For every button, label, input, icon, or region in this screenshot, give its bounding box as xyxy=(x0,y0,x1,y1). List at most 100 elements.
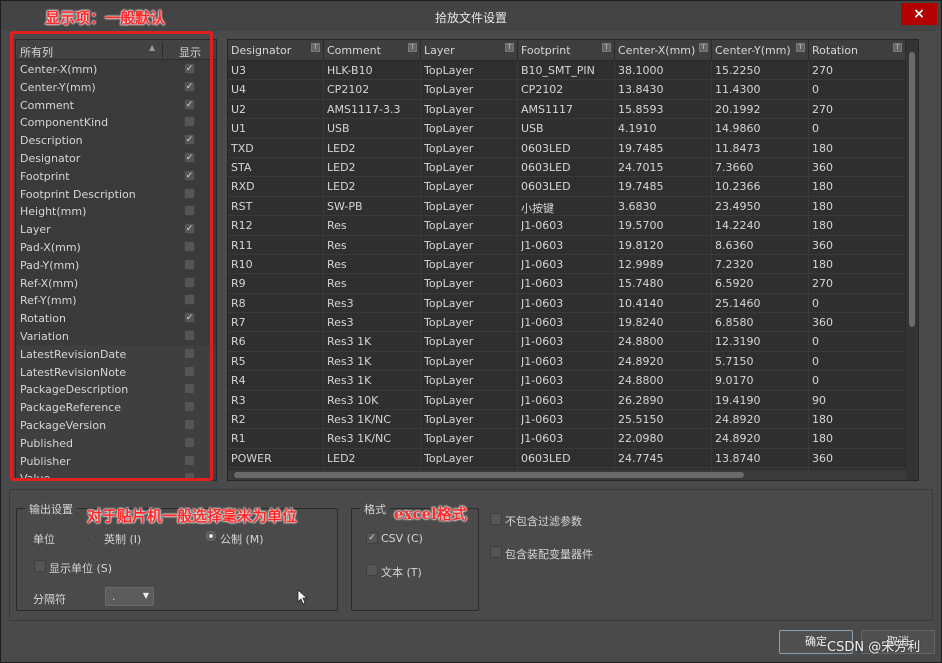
table-row[interactable]: TXDLED2TopLayer0603LED19.748511.8473180T… xyxy=(228,138,918,158)
filter-icon[interactable]: T xyxy=(408,43,417,52)
imperial-radio[interactable] xyxy=(92,533,99,540)
filter-icon[interactable]: T xyxy=(893,43,902,52)
table-row[interactable]: U2 AMS1117-3.3 TopLayer AMS1117 15.8593 20.19… xyxy=(228,99,918,120)
table-row[interactable]: R7Res3TopLayerJ1-060319.82406.8580360R xyxy=(228,313,918,333)
sort-ascending-icon[interactable]: ▲ xyxy=(149,43,155,52)
csv-label[interactable]: CSV (C) xyxy=(381,532,423,545)
table-row[interactable]: POWER LED2 TopLayer 0603LED 24.7745 13.8740 36… xyxy=(228,448,918,469)
column-show-checkbox[interactable] xyxy=(184,258,195,270)
horizontal-scroll-thumb[interactable] xyxy=(234,472,744,478)
column-show-checkbox[interactable]: ✓ xyxy=(184,223,195,235)
metric-radio[interactable] xyxy=(206,531,216,541)
column-list-item[interactable]: Publisher xyxy=(16,451,216,470)
table-row[interactable]: R12ResTopLayerJ1-060319.570014.2240180R xyxy=(228,216,918,236)
column-show-checkbox[interactable]: ✓ xyxy=(184,80,195,92)
column-show-checkbox[interactable] xyxy=(184,472,195,480)
column-list-item[interactable]: PackageVersion xyxy=(16,415,216,434)
column-list-item[interactable]: PackageReference xyxy=(16,398,216,416)
column-list-item[interactable]: Pad-Y(mm) xyxy=(16,256,216,274)
column-show-checkbox[interactable] xyxy=(184,276,195,288)
metric-label[interactable]: 公制 (M) xyxy=(220,531,264,547)
table-row[interactable]: R3 Res3 10K TopLayer J1-0603 26.2890 19.4190 9… xyxy=(228,390,918,411)
table-row[interactable]: R2 Res3 1K/NC TopLayer J1-0603 25.5150 24.892… xyxy=(228,410,918,430)
vertical-scroll-thumb[interactable] xyxy=(909,52,915,327)
column-header-all-columns[interactable]: 所有列 xyxy=(20,44,53,60)
column-list-item[interactable]: Height(mm) xyxy=(16,202,216,220)
column-list-item[interactable]: LatestRevisionNote xyxy=(16,362,216,381)
exclude-filter-checkbox[interactable] xyxy=(490,513,502,525)
exclude-filter-label[interactable]: 不包含过滤参数 xyxy=(505,513,582,529)
column-list-item[interactable]: Pad-X(mm) xyxy=(16,238,216,256)
text-label[interactable]: 文本 (T) xyxy=(381,564,422,580)
horizontal-scrollbar[interactable] xyxy=(228,470,906,480)
column-list-item[interactable]: Description ✓ xyxy=(16,131,216,149)
column-show-checkbox[interactable] xyxy=(184,401,195,413)
table-row[interactable]: RXDLED2TopLayer0603LED19.748510.2366180T… xyxy=(228,177,918,197)
column-show-checkbox[interactable]: ✓ xyxy=(184,98,195,110)
column-show-checkbox[interactable] xyxy=(184,418,195,430)
show-units-checkbox[interactable] xyxy=(34,560,46,572)
table-row[interactable]: R10ResTopLayerJ1-060312.99897.2320180R xyxy=(228,254,918,275)
column-list-item[interactable]: Ref-X(mm) xyxy=(16,274,216,292)
column-list-item[interactable]: Designator ✓ xyxy=(16,149,216,167)
column-show-checkbox[interactable] xyxy=(184,329,195,341)
column-list-item[interactable]: Rotation ✓ xyxy=(16,309,216,327)
table-row[interactable]: U3 HLK-B10 TopLayer B10_SMT_PIN 38.1000 15.22… xyxy=(228,61,918,81)
column-show-checkbox[interactable] xyxy=(184,383,195,395)
column-header-show[interactable]: 显示 xyxy=(179,44,201,60)
filter-icon[interactable]: T xyxy=(602,43,611,52)
column-show-checkbox[interactable]: ✓ xyxy=(184,151,195,163)
column-show-checkbox[interactable] xyxy=(184,116,195,128)
column-show-checkbox[interactable] xyxy=(184,365,195,377)
column-list-item[interactable]: Center-Y(mm) ✓ xyxy=(16,78,216,96)
table-row[interactable]: U4 CP2102 TopLayer CP2102 13.8430 11.4300 0 xyxy=(228,80,918,100)
include-variant-checkbox[interactable] xyxy=(490,546,502,558)
column-list-item[interactable]: Footprint Description xyxy=(16,185,216,203)
table-row[interactable]: RSTSW-PBTopLayer小按键3.683023.4950180S xyxy=(228,196,918,217)
table-row[interactable]: R6Res3 1KTopLayerJ1-060324.880012.31900R xyxy=(228,332,918,352)
column-show-checkbox[interactable] xyxy=(184,240,195,252)
filter-icon[interactable]: T xyxy=(699,43,708,52)
column-list-item[interactable]: Value xyxy=(16,469,216,480)
table-row[interactable]: R1 Res3 1K/NC TopLayer J1-0603 22.0980 24.892… xyxy=(228,429,918,449)
grid-column-header[interactable]: Layer T xyxy=(421,40,518,61)
column-list-item[interactable]: Footprint ✓ xyxy=(16,167,216,185)
grid-column-header[interactable]: Center-Y(mm) T xyxy=(712,40,809,61)
column-list-item[interactable]: LatestRevisionDate xyxy=(16,344,216,363)
column-show-checkbox[interactable] xyxy=(184,436,195,448)
column-list-item[interactable]: Variation xyxy=(16,327,216,345)
table-row[interactable]: R8Res3TopLayerJ1-060310.414025.14600R xyxy=(228,293,918,314)
include-variant-label[interactable]: 包含装配变量器件 xyxy=(505,546,593,562)
table-row[interactable]: U1 USB TopLayer USB 4.1910 14.9860 0 xyxy=(228,119,918,139)
column-list-item[interactable]: ComponentKind xyxy=(16,113,216,131)
column-show-checkbox[interactable]: ✓ xyxy=(184,134,195,146)
column-show-checkbox[interactable] xyxy=(184,294,195,306)
column-show-checkbox[interactable]: ✓ xyxy=(184,312,195,324)
table-row[interactable]: R4Res3 1KTopLayerJ1-060324.88009.01700R xyxy=(228,371,918,391)
grid-column-header[interactable]: Designator T xyxy=(228,40,324,61)
column-list-item[interactable]: Published xyxy=(16,433,216,452)
column-list-item[interactable]: Layer ✓ xyxy=(16,220,216,238)
filter-icon[interactable]: T xyxy=(796,43,805,52)
csv-checkbox[interactable]: ✓ xyxy=(366,532,378,544)
separator-dropdown[interactable]: . ▼ xyxy=(105,587,154,606)
column-list-item[interactable]: Ref-Y(mm) xyxy=(16,291,216,309)
column-list-item[interactable]: PackageDescription xyxy=(16,380,216,399)
column-show-checkbox[interactable] xyxy=(184,454,195,466)
vertical-scrollbar[interactable] xyxy=(905,40,918,480)
column-list-item[interactable]: Comment ✓ xyxy=(16,96,216,114)
column-list-item[interactable]: Center-X(mm) ✓ xyxy=(16,60,216,78)
column-show-checkbox[interactable] xyxy=(184,347,195,359)
grid-column-header[interactable]: Center-X(mm) T xyxy=(615,40,712,61)
column-show-checkbox[interactable] xyxy=(184,205,195,217)
filter-icon[interactable]: T xyxy=(311,43,320,52)
grid-column-header[interactable]: Rotation T xyxy=(809,40,906,61)
grid-column-header[interactable]: Comment T xyxy=(324,40,421,61)
column-show-checkbox[interactable]: ✓ xyxy=(184,169,195,181)
table-row[interactable]: R11ResTopLayerJ1-060319.81208.6360360R xyxy=(228,235,918,255)
filter-icon[interactable]: T xyxy=(505,43,514,52)
column-show-checkbox[interactable]: ✓ xyxy=(184,63,195,74)
show-units-label[interactable]: 显示单位 (S) xyxy=(49,560,112,576)
text-checkbox[interactable] xyxy=(366,564,378,576)
table-row[interactable]: R5Res3 1KTopLayerJ1-060324.89205.71500R xyxy=(228,351,918,372)
